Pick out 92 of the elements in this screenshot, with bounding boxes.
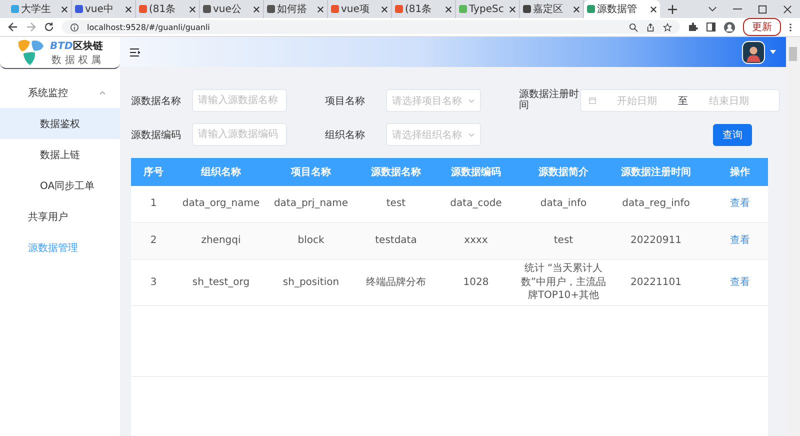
more-icon[interactable] — [789, 22, 792, 32]
table-cell-text: testdata — [374, 234, 418, 248]
chevron-down-icon[interactable] — [708, 6, 717, 12]
favicon-icon — [587, 5, 595, 13]
field-label: 源数据注册时间 — [519, 90, 579, 111]
submenu-item[interactable]: OA同步工单 — [0, 170, 120, 201]
close-icon[interactable] — [381, 6, 388, 12]
sidebar-icon[interactable] — [706, 22, 716, 32]
menu-icon[interactable] — [130, 48, 140, 56]
submenu-item[interactable]: 数据上链 — [0, 139, 120, 170]
table-cell-text: data_org_name — [181, 197, 261, 212]
info-icon[interactable] — [70, 22, 79, 32]
close-icon[interactable] — [573, 6, 580, 12]
date-range-field[interactable]: 开始日期 至 结束日期 — [580, 89, 780, 112]
calendar-icon — [589, 97, 596, 104]
column-header: 源数据编码 — [450, 166, 502, 179]
minimize-icon[interactable] — [733, 8, 742, 10]
table-cell-text: zhengqi — [200, 234, 242, 248]
table-cell-text: 统计 “当天累计人数”中用户，主流品牌TOP10+其他 — [520, 262, 608, 303]
chevron-down-icon — [468, 132, 475, 136]
table-cell-text: 3 — [149, 276, 158, 290]
logo-icon — [16, 38, 46, 67]
table-cell-text: test — [552, 234, 574, 248]
scrollbar[interactable] — [786, 37, 800, 436]
table-cell-text: 终端品牌分布 — [365, 276, 427, 290]
column-header: 源数据名称 — [370, 166, 422, 179]
close-icon[interactable] — [317, 6, 324, 12]
address-field[interactable]: localhost:9528/#/guanli/guanli — [62, 20, 680, 34]
caret-icon[interactable] — [770, 50, 776, 54]
puzzle-icon[interactable] — [688, 22, 698, 32]
source-name-field[interactable]: 请输入源数据名称 — [192, 89, 287, 112]
close-icon[interactable] — [253, 6, 260, 12]
favicon-icon — [331, 5, 339, 13]
column-header: 组织名称 — [200, 166, 242, 179]
brand-name: BTD区块链 — [50, 40, 103, 52]
table-cell-text: sh_position — [282, 276, 340, 290]
close-icon[interactable] — [61, 6, 68, 12]
favicon-icon — [11, 5, 19, 13]
field-label: 源数据编码 — [131, 128, 182, 142]
back-icon[interactable] — [8, 22, 18, 32]
reload-icon[interactable] — [44, 22, 54, 32]
column-header: 源数据简介 — [538, 166, 590, 179]
table-cell-text: block — [296, 234, 326, 248]
chevron-icon — [99, 90, 106, 94]
zoom-icon[interactable] — [629, 22, 638, 32]
field-label: 项目名称 — [325, 94, 366, 108]
chevron-down-icon — [468, 98, 475, 102]
share-icon[interactable] — [646, 22, 655, 32]
star-icon[interactable] — [663, 22, 672, 32]
favicon-icon — [267, 5, 275, 13]
query-button[interactable]: 查询 — [713, 124, 752, 146]
table-cell-text: xxxx — [463, 234, 489, 248]
profile-icon[interactable] — [724, 22, 735, 32]
close-icon[interactable] — [125, 6, 132, 12]
field-label: 源数据名称 — [131, 94, 182, 108]
source-code-field[interactable]: 请输入源数据编码 — [192, 123, 287, 146]
new-tab-icon[interactable] — [668, 4, 677, 14]
update-button[interactable]: 更新 — [743, 18, 781, 36]
menu-item[interactable]: 共享用户 — [0, 201, 120, 232]
close-icon[interactable] — [189, 6, 196, 12]
browser-tab[interactable]: 源数据管 — [584, 0, 660, 18]
table-cell-text: data_code — [449, 197, 503, 212]
favicon-icon — [203, 5, 211, 13]
column-header: 源数据注册时间 — [620, 165, 692, 179]
brand-subtitle: 数 据 权 属 — [52, 54, 102, 66]
favicon-icon — [139, 5, 147, 13]
field-label: 组织名称 — [325, 128, 366, 142]
table-cell-text: 1 — [149, 197, 158, 212]
menu-item[interactable]: 系统监控 — [0, 77, 120, 108]
table-cell-text: sh_test_org — [191, 276, 251, 290]
column-header: 项目名称 — [290, 166, 332, 179]
table-cell-text: data_reg_info — [621, 197, 691, 212]
table-cell-text: 20221101 — [630, 276, 682, 290]
table-cell-text: test — [385, 197, 407, 212]
close-icon[interactable] — [650, 6, 657, 12]
avatar-icon[interactable] — [742, 40, 765, 64]
column-header: 操作 — [728, 166, 751, 179]
table-cell-text: 2 — [149, 234, 158, 248]
close-icon[interactable] — [509, 6, 516, 12]
submenu-item[interactable]: 数据鉴权 — [0, 108, 120, 139]
favicon-icon — [75, 5, 83, 13]
favicon-icon — [459, 5, 467, 13]
favicon-icon — [395, 5, 403, 13]
table-cell-text: data_prj_name — [272, 197, 350, 212]
table-cell-text: 20220911 — [630, 234, 682, 248]
close-icon[interactable] — [783, 4, 792, 14]
close-icon[interactable] — [445, 6, 452, 12]
favicon-icon — [523, 5, 531, 13]
maximize-icon[interactable] — [758, 4, 767, 14]
table-cell-text: data_info — [539, 197, 588, 212]
column-header: 序号 — [142, 165, 164, 179]
table-cell-text: 1028 — [462, 276, 490, 290]
